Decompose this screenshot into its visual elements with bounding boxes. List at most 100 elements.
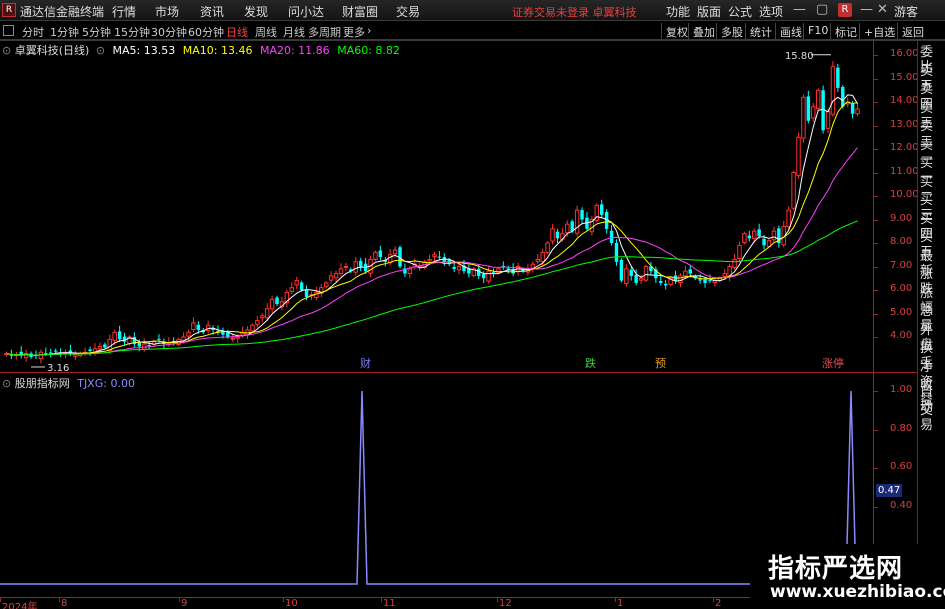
candle-body-down[interactable]: [663, 283, 668, 286]
indicator-chart[interactable]: [0, 373, 873, 597]
minimize-icon[interactable]: —: [793, 2, 806, 17]
candle-body-up[interactable]: [107, 338, 112, 351]
candle-body-up[interactable]: [530, 263, 536, 269]
candle-body-up[interactable]: [294, 280, 299, 286]
candle-body-up[interactable]: [830, 66, 836, 115]
candle-body-up[interactable]: [23, 352, 29, 359]
candle-body-down[interactable]: [806, 96, 811, 121]
candle-body-down[interactable]: [634, 274, 638, 283]
candle-body-up[interactable]: [181, 336, 186, 341]
candle-body-up[interactable]: [73, 354, 78, 357]
period-more[interactable]: 更多: [343, 24, 365, 40]
period-1min[interactable]: 1分钟: [50, 24, 79, 40]
event-marker[interactable]: 财: [360, 356, 371, 370]
candle-body-down[interactable]: [358, 260, 363, 267]
period-5min[interactable]: 5分钟: [82, 24, 111, 40]
candle-body-up[interactable]: [574, 209, 580, 234]
menu-function[interactable]: 功能: [666, 3, 690, 20]
add-watchlist-button[interactable]: +自选: [859, 23, 899, 39]
candle-body-down[interactable]: [614, 243, 619, 262]
candle-body-down[interactable]: [600, 204, 604, 215]
candle-body-down[interactable]: [378, 250, 383, 258]
candle-body-up[interactable]: [255, 320, 260, 325]
candle-body-up[interactable]: [786, 209, 791, 228]
menu-discover[interactable]: 发现: [244, 3, 268, 20]
period-15min[interactable]: 15分钟: [114, 24, 150, 40]
candle-body-up[interactable]: [186, 331, 191, 337]
candle-body-down[interactable]: [609, 230, 614, 243]
period-weekly[interactable]: 周线: [255, 24, 277, 40]
app-logo-icon[interactable]: R: [2, 3, 16, 17]
menu-wealth-circle[interactable]: 财富圈: [342, 3, 378, 20]
multi-stock-button[interactable]: 多股: [716, 23, 747, 39]
candlestick-chart[interactable]: 15.80 3.16 财 跌 预 涨停: [0, 41, 873, 372]
candle-body-up[interactable]: [250, 324, 255, 332]
statistics-button[interactable]: 统计: [745, 23, 776, 39]
candle-body-down[interactable]: [157, 338, 161, 340]
candle-body-up[interactable]: [737, 244, 742, 260]
event-marker[interactable]: 涨停: [822, 356, 844, 370]
menu-xiaoda[interactable]: 问小达: [288, 3, 324, 20]
candle-body-down[interactable]: [437, 256, 442, 258]
candle-body-down[interactable]: [619, 259, 624, 281]
candle-body-down[interactable]: [747, 235, 752, 239]
candle-body-down[interactable]: [708, 280, 712, 282]
candle-body-up[interactable]: [230, 337, 235, 340]
candle-body-down[interactable]: [275, 297, 279, 305]
candle-body-down[interactable]: [196, 324, 201, 330]
period-intraday[interactable]: 分时: [22, 24, 44, 40]
candle-body-up[interactable]: [732, 258, 737, 268]
maximize-icon[interactable]: ▢: [816, 2, 828, 17]
candle-body-up[interactable]: [791, 172, 796, 209]
candle-body-up[interactable]: [456, 266, 462, 271]
candle-body-up[interactable]: [373, 251, 378, 260]
candle-body-up[interactable]: [235, 336, 240, 339]
candle-body-up[interactable]: [97, 345, 103, 350]
candle-body-up[interactable]: [535, 258, 540, 262]
candle-body-up[interactable]: [328, 275, 334, 281]
period-daily[interactable]: 日线: [226, 24, 248, 40]
f10-button[interactable]: F10: [803, 23, 832, 39]
candle-body-up[interactable]: [565, 223, 570, 234]
candle-body-up[interactable]: [815, 89, 821, 110]
candle-body-up[interactable]: [638, 277, 644, 281]
candle-body-up[interactable]: [742, 233, 747, 244]
period-multi[interactable]: 多周期: [308, 24, 341, 40]
candle-body-up[interactable]: [338, 268, 344, 275]
period-60min[interactable]: 60分钟: [188, 24, 224, 40]
candle-body-up[interactable]: [432, 254, 437, 258]
candle-body-down[interactable]: [762, 238, 766, 246]
candle-body-up[interactable]: [771, 230, 777, 241]
candle-body-down[interactable]: [147, 344, 151, 346]
side-panel-tab[interactable]: 交易: [920, 403, 945, 433]
candle-body-down[interactable]: [53, 350, 58, 352]
candle-body-up[interactable]: [722, 273, 727, 277]
back-button[interactable]: 返回: [897, 23, 928, 39]
guest-user[interactable]: 游客: [894, 3, 918, 20]
event-marker[interactable]: 跌: [585, 356, 596, 370]
menu-quotes[interactable]: 行情: [112, 3, 136, 20]
draw-line-button[interactable]: 画线: [775, 23, 806, 39]
candle-body-up[interactable]: [112, 331, 117, 341]
candle-body-up[interactable]: [191, 322, 196, 330]
candle-body-up[interactable]: [353, 261, 358, 273]
candle-body-down[interactable]: [698, 279, 702, 281]
candle-body-up[interactable]: [427, 258, 432, 262]
candle-body-down[interactable]: [836, 67, 840, 88]
candle-body-up[interactable]: [678, 275, 683, 283]
candle-body-down[interactable]: [850, 103, 855, 114]
candle-body-down[interactable]: [555, 231, 560, 239]
period-monthly[interactable]: 月线: [283, 24, 305, 40]
candle-body-up[interactable]: [855, 108, 860, 115]
candle-body-down[interactable]: [304, 290, 309, 298]
info-icon[interactable]: ⊙: [2, 44, 11, 57]
candle-body-down[interactable]: [477, 268, 481, 276]
candle-body-up[interactable]: [825, 110, 831, 129]
candle-body-down[interactable]: [757, 229, 761, 236]
candle-body-up[interactable]: [683, 270, 688, 277]
settings-icon[interactable]: ⊙: [96, 44, 105, 57]
candle-body-down[interactable]: [629, 269, 633, 276]
candle-body-down[interactable]: [117, 331, 122, 340]
candle-body-up[interactable]: [260, 315, 265, 319]
period-30min[interactable]: 30分钟: [151, 24, 187, 40]
